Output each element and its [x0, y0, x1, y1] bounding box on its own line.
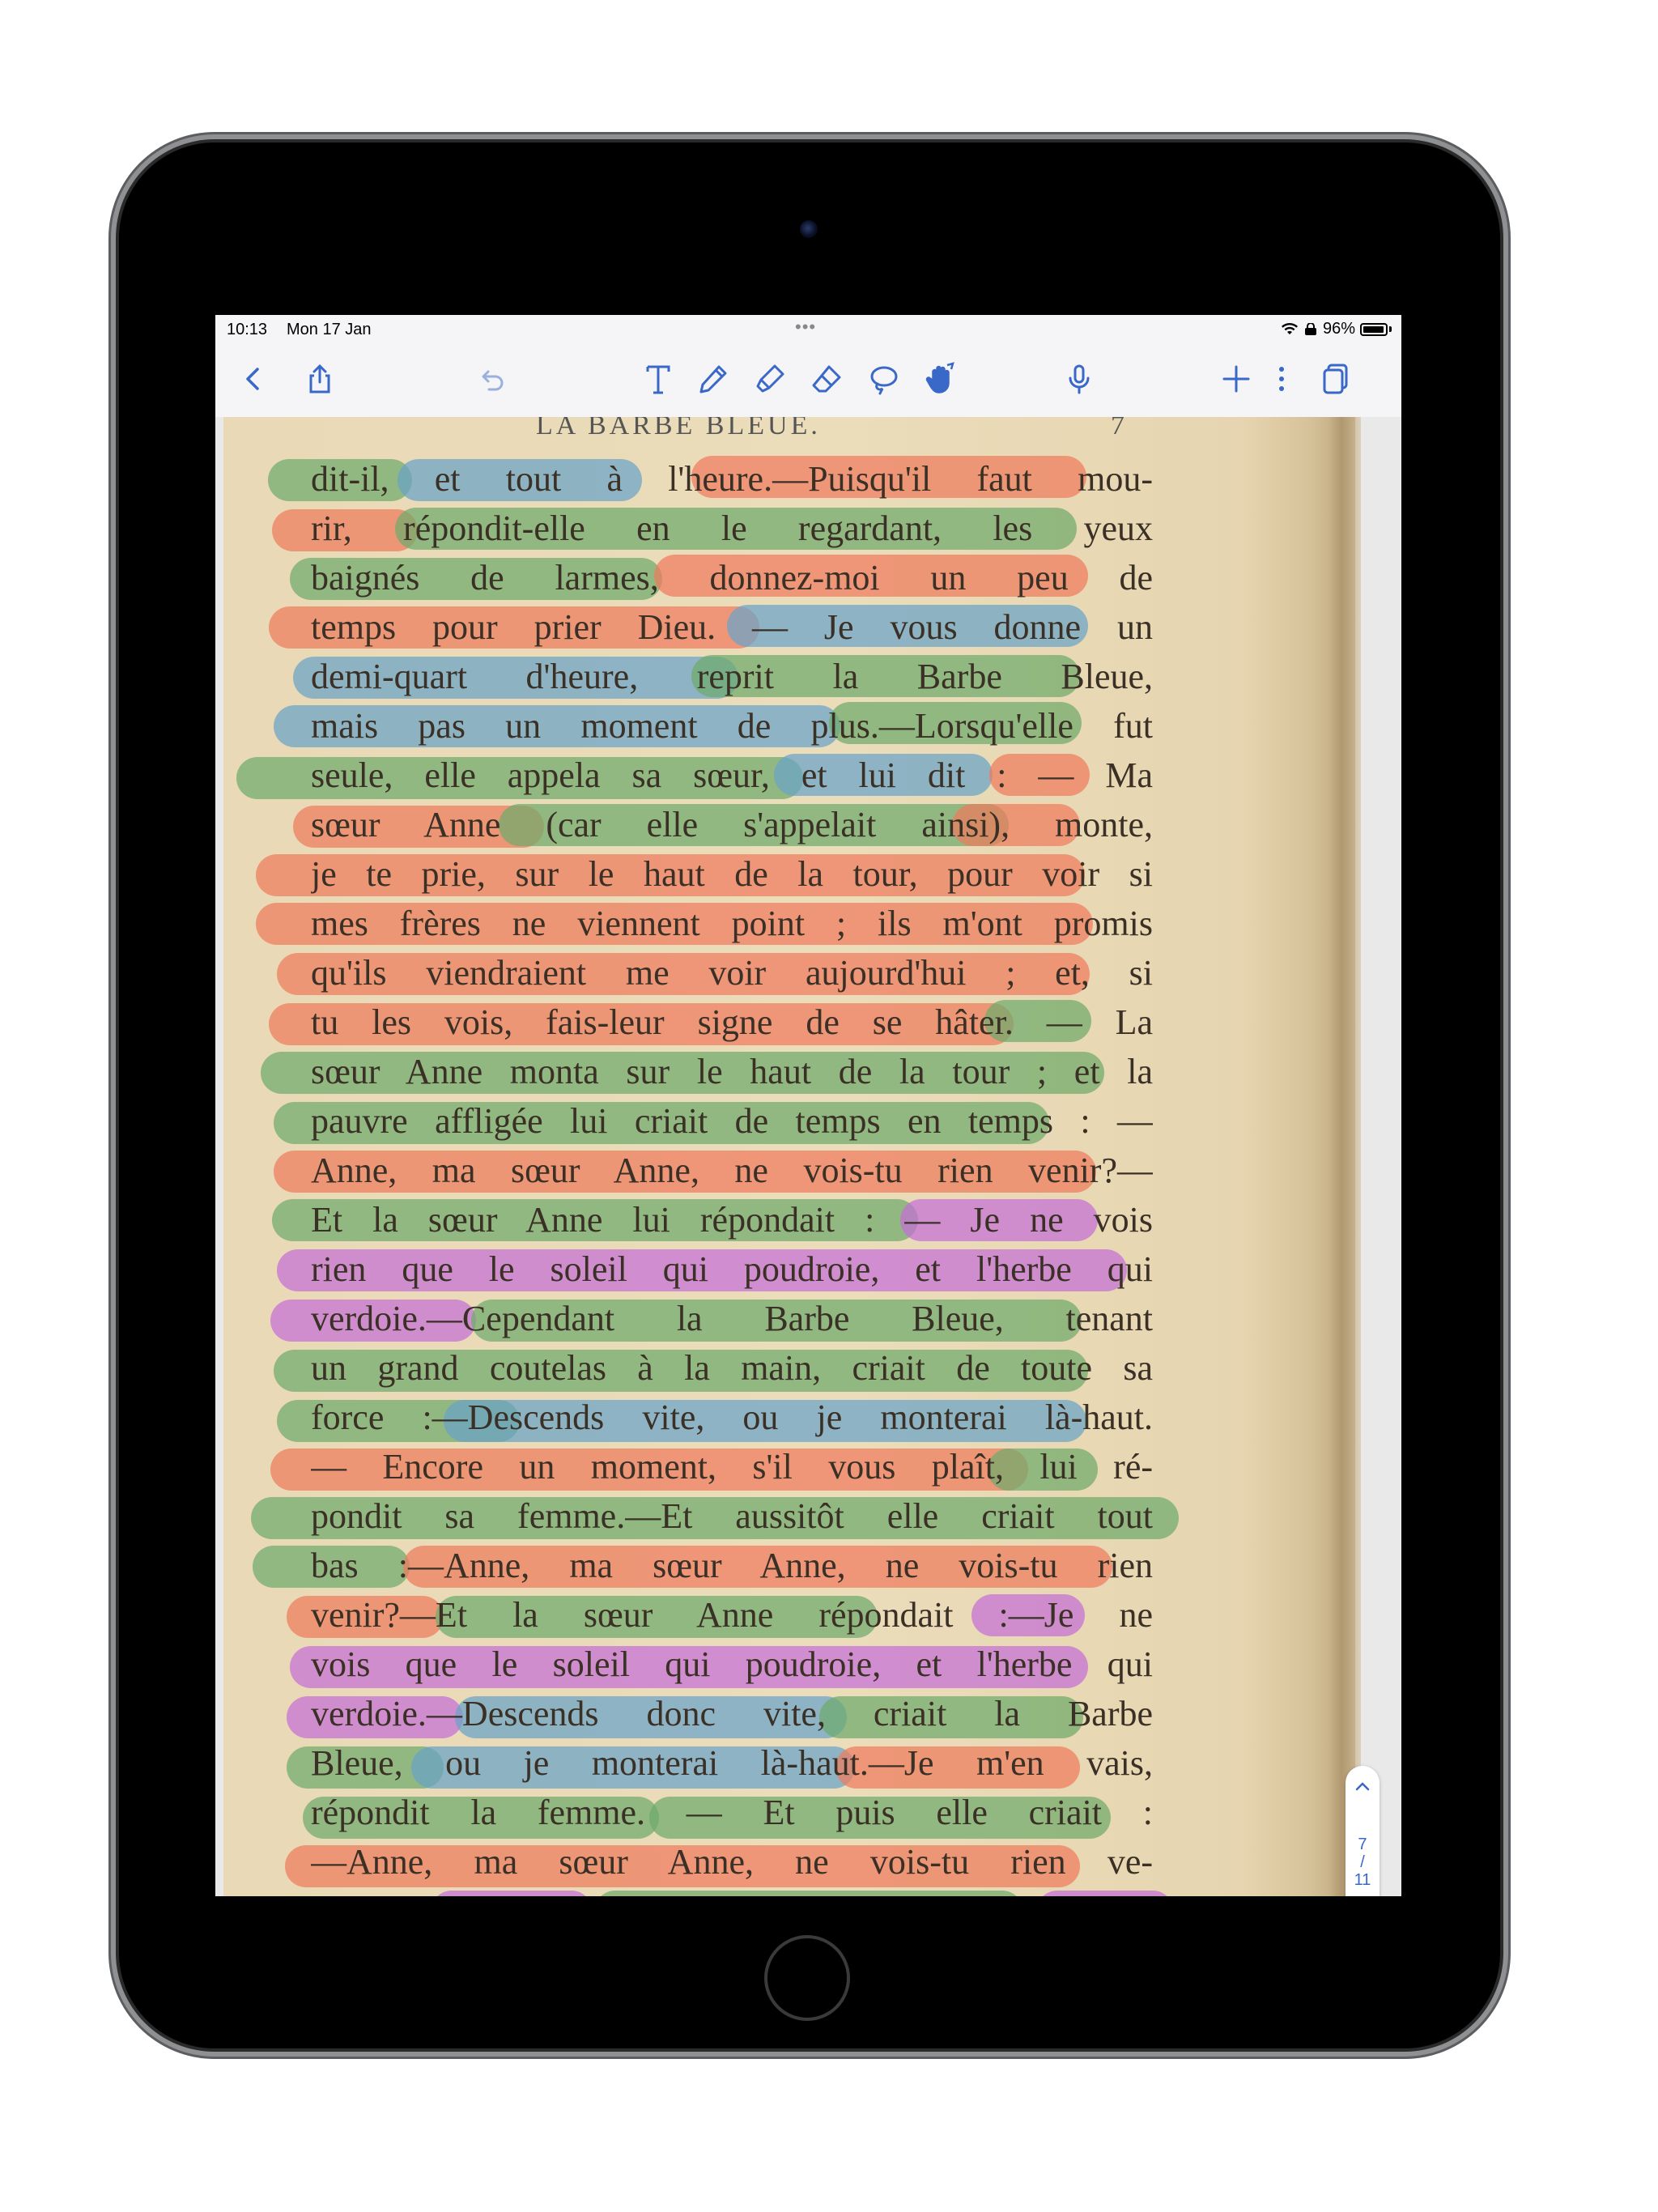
highlighter-icon [756, 364, 784, 393]
text-line: verdoie.—Descends donc vite, criait la B… [311, 1694, 1153, 1733]
undo-icon [482, 370, 504, 391]
text-line: temps pour prier Dieu. — Je vous donne u… [311, 607, 1153, 647]
highlight-stroke[interactable] [594, 1891, 1023, 1896]
highlight-stroke[interactable] [431, 1891, 593, 1896]
text-line: demi-quart d'heure, reprit la Barbe Bleu… [311, 657, 1153, 696]
text-line: Anne, ma sœur Anne, ne vois-tu rien veni… [311, 1151, 1153, 1190]
page-indicator: 7 / 11 [1354, 1836, 1371, 1889]
text-line: Et la sœur Anne lui répondait : — Je ne … [311, 1200, 1153, 1240]
share-button[interactable] [300, 359, 340, 399]
share-icon [309, 364, 330, 393]
pen-icon [699, 365, 727, 393]
pages-button[interactable] [1313, 359, 1354, 399]
page-spine-shadow [1329, 417, 1361, 1896]
text-line: force :—Descends vite, ou je monterai là… [311, 1397, 1153, 1437]
front-camera [800, 220, 818, 238]
page-navigator[interactable]: 7 / 11 [1346, 1766, 1380, 1896]
back-button[interactable] [233, 359, 274, 399]
text-line: seule, elle appela sa sœur, et lui dit :… [311, 755, 1153, 795]
plus-icon [1222, 365, 1250, 393]
printed-page-number: 7 [1111, 417, 1124, 440]
toolbar [215, 344, 1401, 417]
battery-fill [1363, 325, 1384, 333]
text-line: je te prie, sur le haut de la tour, pour… [311, 854, 1153, 894]
microphone-icon [1069, 364, 1090, 394]
page-running-header: LA BARBE BLEUE. [536, 417, 821, 440]
wifi-icon [1281, 322, 1298, 334]
lasso-tool-button[interactable] [863, 359, 903, 399]
text-tool-button[interactable] [638, 359, 678, 399]
screen: 10:13 Mon 17 Jan ••• 96% LA BARBE BLEUE.… [215, 315, 1401, 1896]
text-line: dit-il, et tout à l'heure.—Puisqu'il fau… [311, 459, 1153, 499]
undo-button[interactable] [471, 359, 512, 399]
text-line: mais pas un moment de plus.—Lorsqu'elle … [311, 706, 1153, 746]
battery-nub [1389, 326, 1392, 332]
text-line: rien que le soleil qui poudroie, et l'he… [311, 1249, 1153, 1289]
text-tool-icon [646, 365, 670, 394]
highlight-stroke[interactable] [1036, 1891, 1174, 1896]
page-separator: / [1360, 1853, 1365, 1871]
document-viewport[interactable]: LA BARBE BLEUE. 7 dit-il, et tout à l'he… [215, 417, 1401, 1896]
text-line: sœur Anne monta sur le haut de la tour ;… [311, 1052, 1153, 1091]
pages-icon [1323, 364, 1348, 394]
hand-tool-button[interactable] [920, 359, 960, 399]
current-page: 7 [1358, 1836, 1367, 1853]
lasso-icon [870, 366, 898, 395]
multitasking-dots[interactable]: ••• [795, 317, 816, 338]
text-line: pondit sa femme.—Et aussitôt elle criait… [311, 1496, 1153, 1536]
text-line: un grand coutelas à la main, criait de t… [311, 1348, 1153, 1388]
lock-rotation-icon [1304, 322, 1316, 335]
battery-percent: 96% [1322, 320, 1355, 338]
more-vertical-icon [1279, 367, 1284, 391]
text-line: tu les vois, fais-leur signe de se hâter… [311, 1002, 1153, 1042]
eraser-tool-button[interactable] [806, 359, 847, 399]
highlighter-tool-button[interactable] [750, 359, 790, 399]
text-line: mes frères ne viennent point ; ils m'ont… [311, 904, 1153, 943]
text-line: rir, répondit-elle en le regardant, les … [311, 508, 1153, 548]
scanned-page[interactable]: LA BARBE BLEUE. 7 dit-il, et tout à l'he… [223, 417, 1361, 1896]
status-date: Mon 17 Jan [287, 321, 372, 338]
chevron-up-icon[interactable] [1353, 1777, 1372, 1797]
text-line: répondit la femme. — Et puis elle criait… [311, 1793, 1153, 1832]
text-line: qu'ils viendraient me voir aujourd'hui ;… [311, 953, 1153, 993]
status-indicators: 96% [1281, 320, 1392, 338]
microphone-button[interactable] [1059, 359, 1099, 399]
pen-tool-button[interactable] [693, 359, 733, 399]
add-page-button[interactable] [1216, 359, 1256, 399]
text-line: Bleue, ou je monterai là-haut.—Je m'en v… [311, 1743, 1153, 1783]
total-pages: 11 [1354, 1871, 1371, 1889]
more-button[interactable] [1261, 359, 1302, 399]
text-line: —Anne, ma sœur Anne, ne vois-tu rien ve- [311, 1842, 1153, 1882]
text-line: vois que le soleil qui poudroie, et l'he… [311, 1644, 1153, 1684]
page-text: dit-il, et tout à l'heure.—Puisqu'il fau… [311, 454, 1153, 1887]
text-line: pauvre affligée lui criait de temps en t… [311, 1101, 1153, 1141]
text-line: baignés de larmes, donnez-moi un peu de [311, 558, 1153, 598]
text-line: verdoie.—Cependant la Barbe Bleue, tenan… [311, 1299, 1153, 1338]
eraser-icon [812, 365, 841, 393]
text-line: sœur Anne (car elle s'appelait ainsi), m… [311, 805, 1153, 844]
chevron-left-icon [246, 368, 259, 390]
status-bar: 10:13 Mon 17 Jan ••• 96% [215, 315, 1401, 344]
text-line: bas :—Anne, ma sœur Anne, ne vois-tu rie… [311, 1546, 1153, 1585]
home-button[interactable] [764, 1935, 850, 2021]
battery-icon [1360, 322, 1388, 336]
text-line: — Encore un moment, s'il vous plaît, lui… [311, 1447, 1153, 1487]
hand-tool-icon [925, 362, 954, 393]
status-time: 10:13 [227, 321, 268, 338]
text-line: venir?—Et la sœur Anne répondait :—Je ne [311, 1595, 1153, 1635]
